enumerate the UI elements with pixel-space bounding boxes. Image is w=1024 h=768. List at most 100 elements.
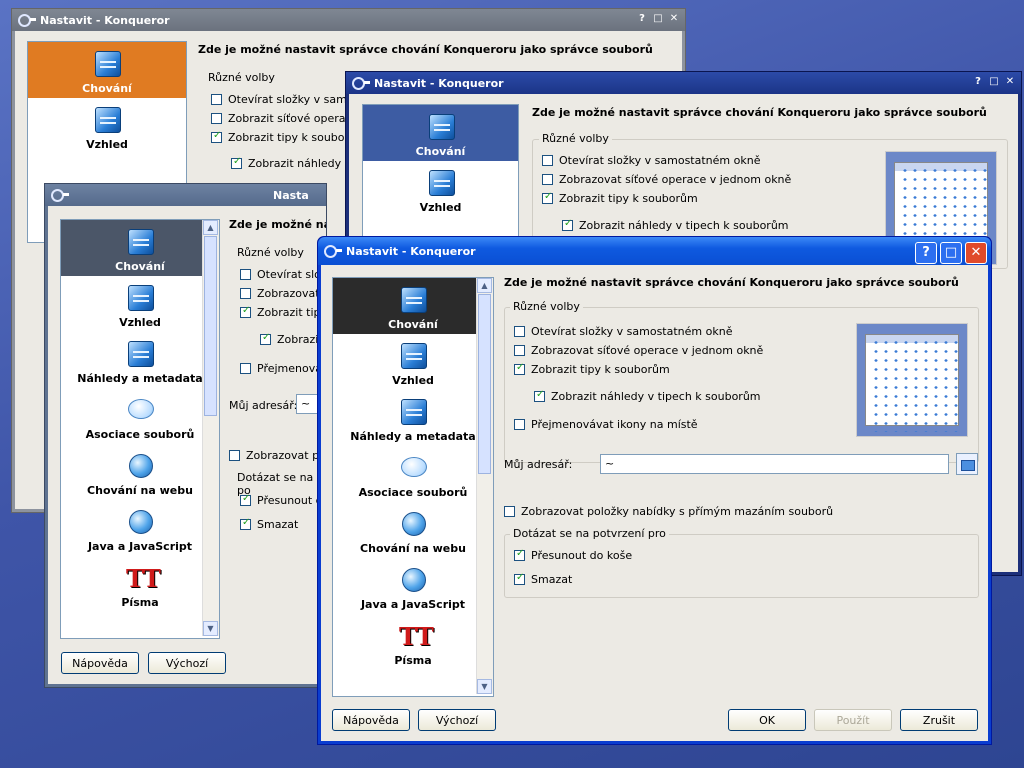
help-button[interactable]: Nápověda (61, 652, 139, 674)
scroll-up-icon[interactable]: ▲ (203, 220, 218, 235)
help-button[interactable]: Nápověda (332, 709, 410, 731)
folder-picker-icon[interactable] (956, 453, 978, 475)
checkbox-network-ops[interactable]: Zobrazovat (240, 287, 320, 300)
checkbox[interactable] (240, 517, 251, 530)
category-scrollbar[interactable]: ▲ ▼ (202, 220, 219, 636)
category-fonts[interactable]: TT Písma (333, 614, 493, 670)
category-file-assoc[interactable]: Asociace souborů (61, 388, 219, 444)
checkbox-rename[interactable]: Přejmenováv (240, 362, 326, 375)
checkbox[interactable] (231, 156, 242, 169)
close-icon[interactable]: ✕ (667, 12, 681, 26)
maximize-icon[interactable]: □ (940, 242, 962, 264)
category-list[interactable]: Chování Vzhled Náhledy a metadata Asocia… (332, 277, 494, 697)
maximize-icon[interactable]: □ (987, 75, 1001, 89)
category-behavior[interactable]: Chování (333, 278, 493, 334)
category-previews[interactable]: Náhledy a metadata (61, 332, 219, 388)
checkbox[interactable] (240, 363, 251, 374)
checkbox[interactable] (514, 572, 525, 585)
checkbox[interactable] (514, 326, 525, 337)
titlebar[interactable]: Nasta (45, 184, 326, 206)
checkbox-preview-tips[interactable]: Zobrazit náhledy v tipech k souborům (562, 218, 789, 232)
checkbox[interactable] (514, 362, 525, 375)
checkbox[interactable] (542, 155, 553, 166)
defaults-button[interactable]: Výchozí (148, 652, 226, 674)
checkbox-network-ops[interactable]: Zobrazit síťové opera (211, 112, 346, 125)
category-appearance[interactable]: Vzhled (363, 161, 518, 217)
checkbox[interactable] (240, 305, 251, 318)
scroll-thumb[interactable] (204, 236, 217, 416)
checkbox-open-folders[interactable]: Otevírat složky v samostatném okně (514, 325, 732, 338)
checkbox[interactable] (260, 332, 271, 345)
checkbox[interactable] (534, 389, 545, 402)
checkbox[interactable] (514, 548, 525, 561)
checkbox-delete-menu[interactable]: Zobrazovat po (229, 449, 326, 462)
checkbox-trash[interactable]: Přesunout d (240, 493, 323, 507)
apply-button[interactable]: Použít (814, 709, 892, 731)
defaults-button[interactable]: Výchozí (418, 709, 496, 731)
checkbox[interactable] (514, 345, 525, 356)
category-file-assoc[interactable]: Asociace souborů (333, 446, 493, 502)
checkbox[interactable] (542, 174, 553, 185)
checkbox-rename[interactable]: Přejmenovávat ikony na místě (514, 418, 698, 431)
category-behavior[interactable]: Chování (28, 42, 186, 98)
category-web-behavior[interactable]: Chování na webu (61, 444, 219, 500)
cancel-button[interactable]: Zrušit (900, 709, 978, 731)
checkbox-preview-tips[interactable]: Zobrazit náhledy v ti (231, 156, 362, 170)
checkbox-tips[interactable]: Zobrazit tipy k souborům (211, 130, 367, 144)
checkbox-open-folders[interactable]: Otevírat složky v samost (211, 93, 364, 106)
category-behavior[interactable]: Chování (61, 220, 219, 276)
scroll-thumb[interactable] (478, 294, 491, 474)
checkbox[interactable] (211, 130, 222, 143)
checkbox[interactable] (211, 94, 222, 105)
checkbox[interactable] (562, 218, 573, 231)
category-java[interactable]: Java a JavaScript (61, 500, 219, 556)
category-fonts[interactable]: TT Písma (61, 556, 219, 612)
help-icon[interactable]: ? (971, 75, 985, 89)
category-behavior[interactable]: Chování (363, 105, 518, 161)
checkbox-open-folders[interactable]: Otevírat složky v samostatném okně (542, 154, 760, 167)
scroll-down-icon[interactable]: ▼ (477, 679, 492, 694)
titlebar[interactable]: Nastavit - Konqueror ? □ ✕ (12, 9, 685, 31)
category-scrollbar[interactable]: ▲ ▼ (476, 278, 493, 694)
checkbox[interactable] (240, 269, 251, 280)
category-web-behavior[interactable]: Chování na webu (333, 502, 493, 558)
checkbox-delete-menu[interactable]: Zobrazovat položky nabídky s přímým mazá… (504, 505, 833, 518)
checkbox-tips[interactable]: Zobrazit tipy (240, 305, 326, 319)
category-appearance[interactable]: Vzhled (61, 276, 219, 332)
scroll-up-icon[interactable]: ▲ (477, 278, 492, 293)
checkbox-network-ops[interactable]: Zobrazovat síťové operace v jednom okně (542, 173, 791, 186)
checkbox[interactable] (514, 419, 525, 430)
help-icon[interactable]: ? (915, 242, 937, 264)
category-previews[interactable]: Náhledy a metadata (333, 390, 493, 446)
checkbox[interactable] (211, 113, 222, 124)
help-icon[interactable]: ? (635, 12, 649, 26)
close-icon[interactable]: ✕ (965, 242, 987, 264)
checkbox-preview-tips[interactable]: Zobrazit (260, 332, 323, 346)
checkbox[interactable] (240, 288, 251, 299)
titlebar[interactable]: Nastavit - Konqueror ? □ ✕ (318, 237, 991, 265)
checkbox[interactable] (240, 493, 251, 506)
category-appearance[interactable]: Vzhled (28, 98, 186, 154)
checkbox-open-folders[interactable]: Otevírat slož (240, 268, 326, 281)
home-input[interactable]: ~ (600, 454, 949, 474)
category-list[interactable]: Chování Vzhled Náhledy a metadata Asocia… (60, 219, 220, 639)
checkbox[interactable] (229, 450, 240, 461)
checkbox-delete[interactable]: Smazat (514, 572, 572, 586)
checkbox-tips[interactable]: Zobrazit tipy k souborům (514, 362, 670, 376)
titlebar[interactable]: Nastavit - Konqueror ? □ ✕ (346, 72, 1021, 94)
checkbox-trash[interactable]: Přesunout do koše (514, 548, 632, 562)
category-appearance[interactable]: Vzhled (333, 334, 493, 390)
close-icon[interactable]: ✕ (1003, 75, 1017, 89)
ok-button[interactable]: OK (728, 709, 806, 731)
maximize-icon[interactable]: □ (651, 12, 665, 26)
appearance-icon (92, 105, 122, 135)
checkbox[interactable] (542, 191, 553, 204)
checkbox-network-ops[interactable]: Zobrazovat síťové operace v jednom okně (514, 344, 763, 357)
scroll-down-icon[interactable]: ▼ (203, 621, 218, 636)
checkbox-preview-tips[interactable]: Zobrazit náhledy v tipech k souborům (534, 389, 761, 403)
checkbox[interactable] (504, 506, 515, 517)
category-java[interactable]: Java a JavaScript (333, 558, 493, 614)
page-heading: Zde je možné nastavit správce chování Ko… (198, 43, 653, 56)
checkbox-tips[interactable]: Zobrazit tipy k souborům (542, 191, 698, 205)
checkbox-delete[interactable]: Smazat (240, 517, 298, 531)
